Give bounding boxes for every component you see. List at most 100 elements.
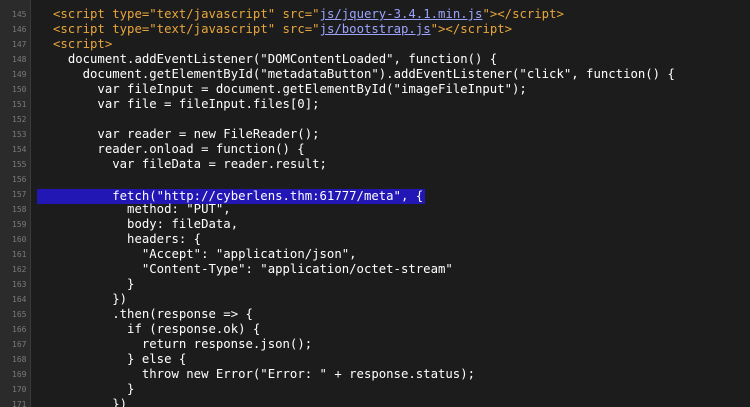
code-token: if (response.ok) { — [127, 322, 261, 336]
source-viewer: 145 146 147 148 149 150 151 152 153 154 155 156 157 1… — [0, 0, 750, 407]
code-line: <script> — [31, 37, 750, 52]
code-line: method: "PUT", — [31, 202, 750, 217]
line-number: 153 — [12, 130, 27, 139]
line-number: 168 — [12, 355, 27, 364]
code-token: script> — [512, 7, 564, 21]
source-link[interactable]: js/bootstrap.js — [320, 22, 431, 36]
line-number: 152 — [12, 115, 27, 124]
code-line: }) — [31, 292, 750, 307]
code-token: body: fileData, — [127, 217, 239, 231]
line-number: 162 — [12, 265, 27, 274]
code-token: var file = fileInput.files[0]; — [97, 97, 320, 111]
line-number: 169 — [12, 370, 27, 379]
line-number: 155 — [12, 160, 27, 169]
code-token: return response.json(); — [141, 337, 313, 351]
code-token: } — [127, 382, 135, 396]
code-line: .then(response => { — [31, 307, 750, 322]
line-number: 151 — [12, 100, 27, 109]
code-line: "Content-Type": "application/octet-strea… — [31, 262, 750, 277]
code-token: type= — [112, 7, 150, 21]
line-number: 154 — [12, 145, 27, 154]
code-line: var fileInput = document.getElementById(… — [31, 82, 750, 97]
line-number: 147 — [12, 40, 27, 49]
code-token: "text/javascript" — [149, 7, 276, 21]
code-token: <script — [53, 22, 113, 36]
code-token: " — [482, 7, 490, 21]
line-number: 166 — [12, 325, 27, 334]
code-line: throw new Error("Error: " + response.sta… — [31, 367, 750, 382]
line-number: 149 — [12, 70, 27, 79]
code-token: " — [312, 7, 320, 21]
code-token: script> — [460, 22, 513, 36]
line-number: 156 — [12, 175, 27, 184]
line-number: 150 — [12, 85, 27, 94]
code-line: document.addEventListener("DOMContentLoa… — [31, 52, 750, 67]
code-token: var fileData = reader.result; — [112, 157, 327, 171]
code-token: <script> — [53, 37, 113, 51]
code-token: src= — [275, 22, 313, 36]
line-number: 167 — [12, 340, 27, 349]
line-number: 160 — [12, 235, 27, 244]
code-token: headers: { — [127, 232, 202, 246]
code-line: var fileData = reader.result; — [31, 157, 750, 172]
code-token: type= — [112, 22, 150, 36]
code-line: if (response.ok) { — [31, 322, 750, 337]
code-line: } — [31, 382, 750, 397]
source-link[interactable]: js/jquery-3.4.1.min.js — [320, 7, 483, 21]
code-token: } — [127, 277, 135, 291]
code-token: " — [430, 22, 439, 36]
code-token: var reader = new FileReader(); — [97, 127, 320, 141]
code-line: }) — [31, 397, 750, 407]
code-token: method: "PUT", — [127, 202, 231, 216]
code-token: document.addEventListener("DOMContentLoa… — [67, 52, 498, 66]
line-number: 163 — [12, 280, 27, 289]
line-number: 165 — [12, 310, 27, 319]
code-token: <script — [53, 7, 113, 21]
code-token: ></ — [489, 7, 513, 21]
line-number: 171 — [12, 400, 27, 407]
code-token: .then(response => { — [112, 307, 253, 321]
code-token: "text/javascript" — [149, 22, 276, 36]
code-line: var file = fileInput.files[0]; — [31, 97, 750, 112]
code-token: }) — [112, 397, 128, 407]
code-line: <script type="text/javascript" src="js/j… — [31, 7, 750, 22]
line-number-gutter: 145 146 147 148 149 150 151 152 153 154 155 156 157 1… — [0, 0, 31, 407]
code-line: var reader = new FileReader(); — [31, 127, 750, 142]
code-token: src= — [275, 7, 313, 21]
code-token: "Accept": "application/json", — [141, 247, 357, 261]
line-number: 170 — [12, 385, 27, 394]
code-token: document.getElementById("metadataButton"… — [82, 67, 675, 81]
code-token: }) — [112, 292, 128, 306]
line-number: 146 — [12, 25, 27, 34]
code-line: document.getElementById("metadataButton"… — [31, 67, 750, 82]
code-area[interactable]: <script type="text/javascript" src="js/j… — [31, 0, 750, 407]
code-token: fetch("http://cyberlens.thm:61777/meta",… — [112, 189, 424, 203]
line-number: 158 — [12, 205, 27, 214]
line-number: 161 — [12, 250, 27, 259]
code-line: return response.json(); — [31, 337, 750, 352]
code-line: } — [31, 277, 750, 292]
line-number: 164 — [12, 295, 27, 304]
line-number: 148 — [12, 55, 27, 64]
